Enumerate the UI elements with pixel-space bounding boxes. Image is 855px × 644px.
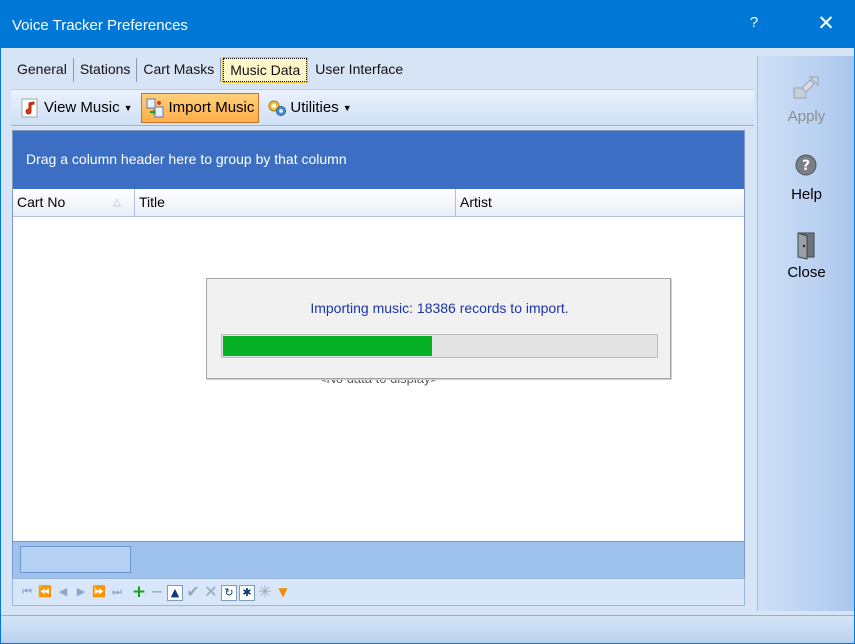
close-button[interactable]: Close [758,220,855,296]
cancel-icon[interactable]: ✕ [203,582,219,602]
music-note-icon [21,98,39,118]
music-toolbar: View Music ▼ Import Music Utilities ▼ [11,89,754,126]
status-bar [1,615,854,643]
apply-label: Apply [787,108,826,125]
column-header-title[interactable]: Title [134,189,454,216]
insert-icon[interactable]: + [131,582,147,602]
record-navigator: ⏮ ⏪ ◀ ▶ ⏩ ⏭ + − ▲ ✔ ✕ ↻ ✱ ✳ ▼ [12,578,745,606]
edit-icon[interactable]: ▲ [167,584,183,601]
column-header-artist[interactable]: Artist [455,189,744,216]
bookmark-icon[interactable]: ✱ [239,584,255,601]
tab-general[interactable]: General [11,58,74,82]
title-bar: Voice Tracker Preferences ? ✕ [1,1,854,48]
delete-icon[interactable]: − [149,582,165,602]
help-icon: ? [791,152,821,182]
utilities-label: Utilities [290,99,339,116]
tab-user-interface[interactable]: User Interface [309,58,409,82]
next-page-icon[interactable]: ⏩ [91,582,107,602]
next-record-icon[interactable]: ▶ [73,582,89,602]
goto-bookmark-icon[interactable]: ✳ [257,582,273,602]
close-label: Close [787,264,826,281]
progress-message: Importing music: 18386 records to import… [310,300,569,316]
apply-button[interactable]: Apply [758,64,855,140]
import-progress-dialog: Importing music: 18386 records to import… [206,278,671,379]
column-headers: Cart No △ Title Artist [13,189,744,217]
progress-bar-fill [223,336,432,356]
first-page-icon[interactable]: ⏮ [19,582,35,602]
tab-strip: General Stations Cart Masks Music Data U… [11,56,751,84]
tab-stations[interactable]: Stations [74,58,138,82]
close-title-button[interactable]: ✕ [803,11,849,41]
window-title: Voice Tracker Preferences [12,17,188,34]
utilities-button[interactable]: Utilities ▼ [263,93,355,123]
svg-text:?: ? [802,158,810,174]
footer-summary-cell [20,546,131,573]
prev-record-icon[interactable]: ◀ [55,582,71,602]
help-label: Help [791,186,822,203]
view-music-button[interactable]: View Music ▼ [17,93,137,123]
column-label-cart-no: Cart No [17,194,66,210]
group-by-panel[interactable]: Drag a column header here to group by th… [13,131,744,189]
post-icon[interactable]: ✔ [185,582,201,602]
gears-icon [267,98,287,118]
chevron-down-icon: ▼ [123,102,133,113]
apply-icon [791,74,821,104]
refresh-icon[interactable]: ↻ [221,584,237,601]
sort-ascending-icon: △ [113,197,121,208]
preferences-window: Voice Tracker Preferences ? ✕ General St… [0,0,855,644]
help-title-button[interactable]: ? [739,14,769,38]
help-button[interactable]: ? Help [758,142,855,218]
import-music-button[interactable]: Import Music [140,92,260,123]
progress-bar [221,334,658,358]
grid-footer [12,542,745,578]
import-icon [146,98,164,118]
view-music-label: View Music [44,99,120,116]
door-icon [791,230,821,260]
tab-cart-masks[interactable]: Cart Masks [137,58,222,82]
import-music-label: Import Music [168,99,255,116]
last-page-icon[interactable]: ⏭ [109,582,125,602]
prev-page-icon[interactable]: ⏪ [37,582,53,602]
action-panel: Apply ? Help Close [757,56,854,611]
chevron-down-icon: ▼ [342,102,352,113]
column-header-cart-no[interactable]: Cart No △ [13,189,133,216]
filter-icon[interactable]: ▼ [275,582,291,602]
tab-music-data[interactable]: Music Data [222,57,309,83]
